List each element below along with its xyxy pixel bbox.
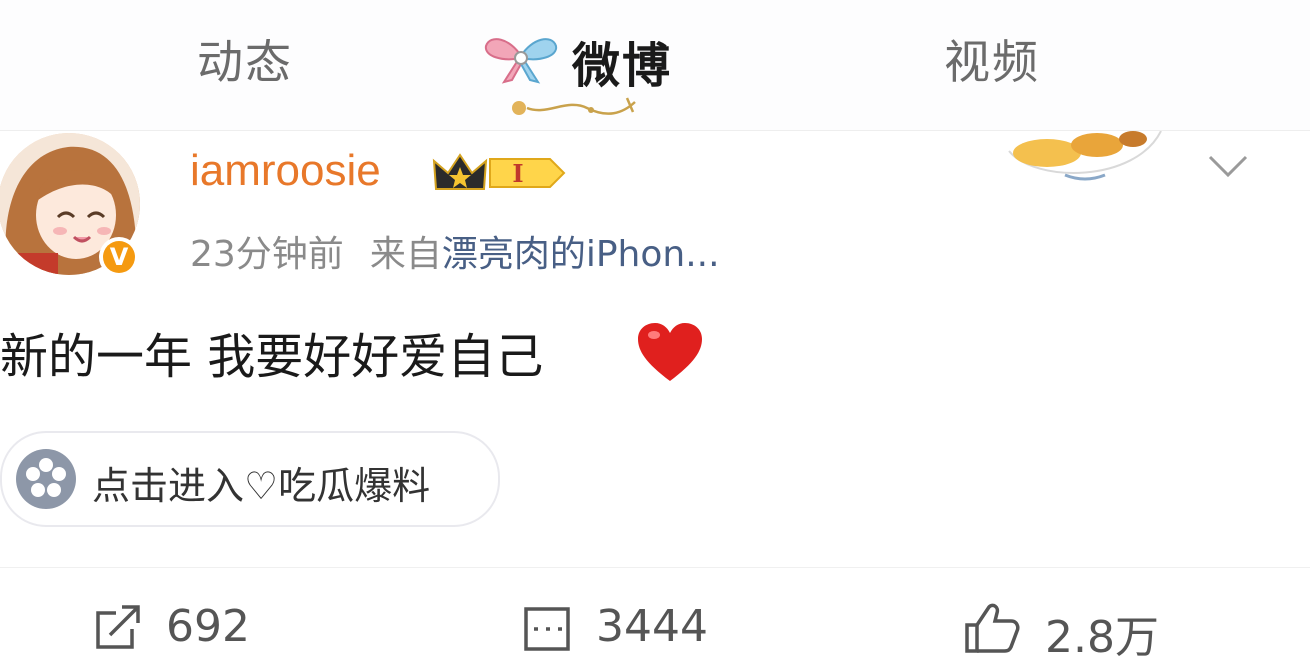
topic-link[interactable]: 点击进入♡吃瓜爆料 [0,431,500,527]
tab-weibo-label: 微博 [572,38,673,94]
flower-icon [16,449,76,509]
username[interactable]: iamroosie [190,146,381,196]
thumbs-up-icon [965,603,1020,653]
bow-icon [484,38,558,84]
repost-icon [96,605,140,649]
active-tab-indicator [512,97,636,115]
comment-count: 3444 [596,601,708,652]
repost-button[interactable]: 692 [92,601,250,664]
profile-tabs: 动态 微博 视频 [0,0,1310,131]
like-button[interactable]: 2.8万 [963,601,1159,664]
tab-dynamic[interactable]: 动态 [197,26,293,92]
verified-v-icon: V [103,241,135,273]
repost-count: 692 [166,601,250,652]
post-text: 新的一年 我要好好爱自己 [0,329,544,385]
comment-button[interactable]: 3444 [522,601,708,664]
food-sticker-image [1008,131,1162,181]
tab-video[interactable]: 视频 [944,26,1040,92]
post-card: V iamroosie I 23分钟前 来自漂亮肉的iPhon... 新的一年 我… [0,131,1310,663]
verified-badge: V [99,237,139,277]
comment-icon [524,607,570,651]
heart-emoji-icon [638,323,702,381]
source-prefix: 来自 [369,234,442,275]
post-time: 23分钟前 [190,234,344,275]
member-crown-icon[interactable]: I [432,151,567,195]
like-count: 2.8万 [1045,612,1159,663]
chevron-down-icon[interactable] [1206,153,1250,179]
member-level-text: I [512,159,523,188]
divider [0,567,1310,568]
post-meta: 23分钟前 来自漂亮肉的iPhon... [190,225,720,277]
topic-label: 点击进入♡吃瓜爆料 [92,464,431,508]
source-device-link[interactable]: 漂亮肉的iPhon... [442,234,720,275]
